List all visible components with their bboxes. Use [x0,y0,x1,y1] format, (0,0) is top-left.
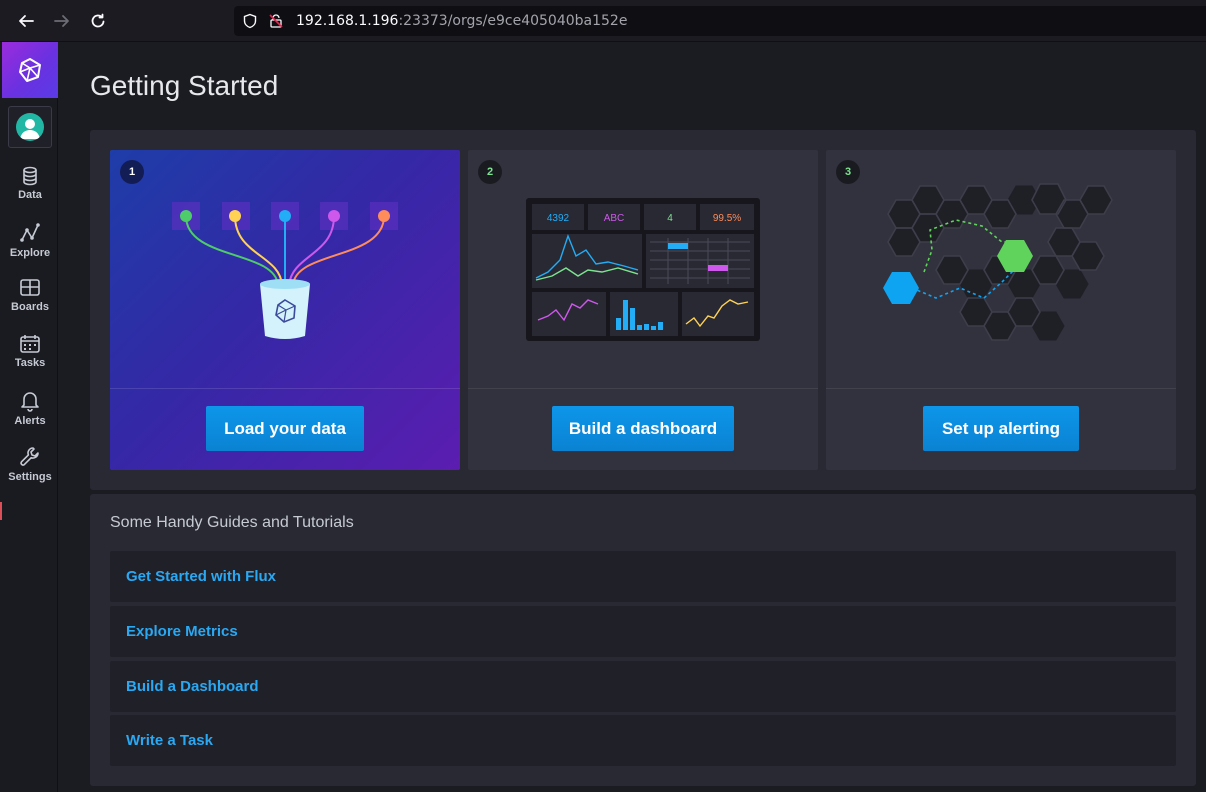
load-your-data-button[interactable]: Load your data [206,406,364,451]
main-content: Getting Started 1 Load your data 2 4392 … [58,42,1206,792]
dashboard-illustration: 4392 ABC 4 99.5% [526,198,760,341]
back-button[interactable] [13,9,39,33]
guide-link[interactable]: Build a Dashboard [126,678,259,695]
sidebar-item-label: Explore [9,247,51,259]
database-icon [23,166,37,186]
guide-link[interactable]: Explore Metrics [126,623,238,640]
guide-item-flux[interactable]: Get Started with Flux [110,551,1176,602]
stat-value: 99.5% [713,213,741,224]
sidebar-item-tasks[interactable]: Tasks [2,332,58,382]
guide-item-build-dashboard[interactable]: Build a Dashboard [110,661,1176,712]
alerting-hexagon-illustration [883,183,1113,341]
sidebar-item-label: Data [18,189,42,201]
reload-button[interactable] [85,9,111,33]
card-divider [826,388,1176,389]
set-up-alerting-button[interactable]: Set up alerting [923,406,1079,451]
arrow-left-icon [19,15,34,27]
sidebar-item-label: Tasks [14,357,46,369]
url-path: :23373/orgs/e9ce405040ba152e [398,13,628,29]
bell-icon [21,392,39,412]
sidebar-item-settings[interactable]: Settings [2,444,58,494]
sidebar-item-label: Boards [11,301,49,313]
build-a-dashboard-button[interactable]: Build a dashboard [552,406,734,451]
getting-started-panel: 1 Load your data 2 4392 ABC 4 99.5% Buil… [90,130,1196,490]
load-data-illustration [172,202,398,339]
sidebar-item-alerts[interactable]: Alerts [2,388,58,438]
arrow-right-icon [54,15,69,27]
wrench-icon [20,447,39,466]
page-title: Getting Started [90,70,279,101]
guides-heading: Some Handy Guides and Tutorials [110,514,354,531]
avatar [16,113,44,141]
shield-icon [243,13,257,29]
user-icon [20,119,40,139]
step-card-load-data: 1 Load your data [110,150,460,470]
insecure-lock-icon [269,14,283,28]
sidebar-item-boards[interactable]: Boards [2,276,58,326]
card-divider [468,388,818,389]
guide-item-write-task[interactable]: Write a Task [110,715,1176,766]
guides-panel: Some Handy Guides and Tutorials Get Star… [90,494,1196,786]
influxdb-logo[interactable] [2,42,58,98]
step-card-build-dashboard: 2 4392 ABC 4 99.5% Build a dashboard [468,150,818,470]
address-bar[interactable]: 192.168.1.196:23373/orgs/e9ce405040ba152… [234,6,1206,36]
browser-toolbar: 192.168.1.196:23373/orgs/e9ce405040ba152… [0,0,1206,42]
guide-link[interactable]: Write a Task [126,732,213,749]
sidebar-item-label: Settings [8,471,52,483]
explore-graph-icon [20,223,40,242]
sidebar-item-data[interactable]: Data [2,164,58,214]
card-divider [110,388,460,389]
reload-icon [91,13,105,28]
sidebar: Data Explore Boards Tasks Alerts Setting… [0,42,58,792]
stat-value: 4392 [547,213,570,224]
stat-value: 4 [667,213,673,224]
calendar-icon [20,335,40,353]
guide-item-explore-metrics[interactable]: Explore Metrics [110,606,1176,657]
guide-link[interactable]: Get Started with Flux [126,568,276,585]
user-avatar-button[interactable] [8,106,52,148]
url-text: 192.168.1.196:23373/orgs/e9ce405040ba152… [296,13,627,29]
sidebar-edge-marker [0,502,2,520]
step-card-set-up-alerting: 3 Set up alerting [826,150,1176,470]
url-host: 192.168.1.196 [296,13,399,29]
sidebar-item-explore[interactable]: Explore [2,220,58,270]
stat-value: ABC [604,213,625,224]
sidebar-item-label: Alerts [14,415,46,427]
dashboards-grid-icon [20,279,40,296]
forward-button[interactable] [49,9,75,33]
cubo-logo-icon [19,58,41,82]
